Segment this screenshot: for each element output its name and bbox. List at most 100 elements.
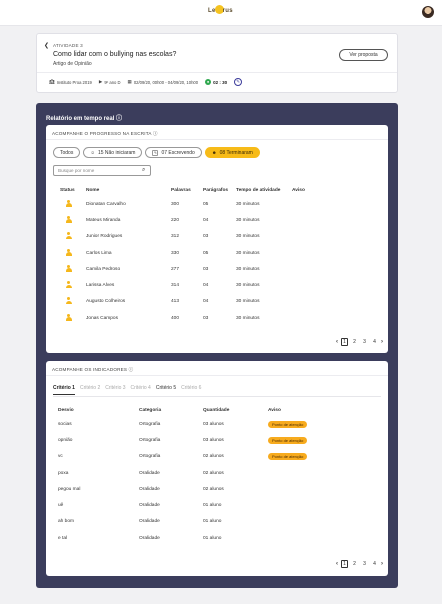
column-header[interactable]: Categoria — [139, 404, 203, 416]
table-row[interactable]: Camila Pedroso 277 03 30 minutos — [46, 261, 388, 277]
category: Oralidade — [139, 470, 160, 476]
page-number[interactable]: 2 — [351, 561, 358, 567]
view-proposal-button[interactable]: Ver proposta — [339, 49, 388, 61]
attention-badge: Ponto de atenção — [268, 436, 308, 444]
letrus-logo[interactable]: Le rus — [208, 5, 233, 14]
student-name: Camila Pedroso — [86, 266, 121, 272]
table-row[interactable]: opnião Ortografia 03 alunos Ponto de atençã… — [46, 432, 388, 448]
help-icon[interactable]: ⓘ — [116, 116, 122, 122]
divider — [53, 396, 381, 397]
table-header: Desvio Categoria Quantidade Aviso — [46, 404, 388, 416]
indicators-table: Desvio Categoria Quantidade Aviso socias… — [46, 404, 388, 546]
avatar[interactable] — [422, 6, 434, 18]
table-row[interactable]: pegou mal Oralidade 02 alunos — [46, 481, 388, 497]
tab-criterio-4[interactable]: Critério 4 — [131, 385, 151, 395]
table-row[interactable]: vc Ortografia 02 alunos Ponto de atenção — [46, 449, 388, 465]
category: Oralidade — [139, 535, 160, 541]
paragraph-count: 04 — [203, 283, 209, 289]
deviation: opnião — [58, 437, 73, 443]
word-count: 330 — [171, 250, 180, 256]
page-number[interactable]: 3 — [361, 339, 368, 345]
column-header[interactable]: Desvio — [46, 404, 139, 416]
next-page-icon[interactable]: › — [381, 561, 383, 567]
word-count: 400 — [171, 315, 180, 321]
table-row[interactable]: Carlos Lima 330 05 30 minutos — [46, 245, 388, 261]
page-number[interactable]: 4 — [371, 561, 378, 567]
table-row[interactable]: socias Ortografia 03 alunos Ponto de atençã… — [46, 416, 388, 432]
column-header[interactable]: Parágrafos — [203, 184, 236, 196]
tab-criterio-2[interactable]: Critério 2 — [80, 385, 100, 395]
table-row[interactable]: Mateus Miranda 220 04 30 minutos — [46, 212, 388, 228]
student-status-icon — [65, 232, 72, 240]
page-number[interactable]: 2 — [351, 339, 358, 345]
column-header[interactable]: Quantidade — [203, 404, 268, 416]
back-chevron-icon[interactable]: ❮ — [44, 42, 49, 49]
table-row[interactable]: Jonas Campos 400 03 30 minutos — [46, 310, 388, 326]
search-input[interactable] — [58, 168, 142, 173]
indicators-heading: ACOMPANHE OS INDICADORES ⓘ — [52, 367, 134, 372]
activity-label: ATIVIDADE 3 — [53, 43, 83, 48]
divider — [46, 139, 388, 140]
filter-writing[interactable]: ✎ 07 Escrevendo — [145, 147, 202, 158]
quantity: 02 alunos — [203, 470, 224, 476]
activity-time: 30 minutos — [236, 217, 260, 223]
clock-icon: ● — [205, 79, 212, 85]
panel-title: Relatório em tempo real ⓘ — [46, 116, 123, 122]
quantity: 03 alunos — [203, 421, 224, 427]
filter-all[interactable]: Todos — [53, 147, 81, 158]
next-page-icon[interactable]: › — [381, 339, 383, 345]
deviation: uê — [58, 503, 64, 509]
column-header[interactable]: Palavras — [171, 184, 203, 196]
activity-dates: 02/09/20, 00h00 - 04/09/20, 10h00 — [133, 79, 199, 85]
deviation: vc — [58, 454, 63, 460]
realtime-report-panel: Relatório em tempo real ⓘ ACOMPANHE O PR… — [36, 103, 398, 588]
quantity: 01 aluno — [203, 519, 222, 525]
table-row[interactable]: Larissa Alves 314 04 30 minutos — [46, 277, 388, 293]
column-header[interactable]: Aviso — [268, 404, 388, 416]
table-row[interactable]: ah bom Oralidade 01 aluno — [46, 514, 388, 530]
page-number[interactable]: 3 — [361, 561, 368, 567]
calendar-icon: ▦ — [127, 79, 132, 84]
activity-time: 30 minutos — [236, 234, 260, 240]
student-name: Junior Rodrigues — [86, 234, 123, 240]
table-row[interactable]: poxa Oralidade 02 alunos — [46, 465, 388, 481]
table-row[interactable]: Junior Rodrigues 312 03 30 minutos — [46, 229, 388, 245]
tab-criterio-3[interactable]: Critério 3 — [105, 385, 125, 395]
school-name: Instituto Proa 2019 — [56, 79, 92, 85]
column-header[interactable]: Tempo de atividade — [236, 184, 292, 196]
prev-page-icon[interactable]: ‹ — [336, 561, 338, 567]
paragraph-count: 03 — [203, 234, 209, 240]
help-icon[interactable]: ⓘ — [153, 131, 158, 136]
timer-value: 02 : 30 — [213, 79, 228, 85]
prev-page-icon[interactable]: ‹ — [336, 339, 338, 345]
paragraph-count: 03 — [203, 266, 209, 272]
table-row[interactable]: uê Oralidade 01 aluno — [46, 497, 388, 513]
column-header[interactable]: Aviso — [292, 184, 388, 196]
search-icon[interactable]: ⌕ — [142, 167, 145, 174]
table-header: Status Nome Palavras Parágrafos Tempo de… — [46, 184, 388, 196]
page-number[interactable]: 1 — [341, 338, 348, 346]
tab-criterio-1[interactable]: Critério 1 — [53, 385, 75, 395]
filter-not-started[interactable]: ☺ 15 Não iniciaram — [83, 147, 143, 158]
page-number[interactable]: 4 — [371, 339, 378, 345]
deviation: socias — [58, 421, 72, 427]
column-header[interactable]: Status — [46, 184, 86, 196]
category: Oralidade — [139, 519, 160, 525]
table-row[interactable]: Dionatan Carvalho 300 05 30 minutos — [46, 196, 388, 212]
deviation: e tal — [58, 535, 68, 541]
tab-criterio-6[interactable]: Critério 6 — [181, 385, 201, 395]
progress-heading: ACOMPANHE O PROGRESSO NA ESCRITA ⓘ — [52, 131, 158, 136]
page-number[interactable]: 1 — [341, 560, 348, 568]
table-row[interactable]: Augusto Colheiros 413 04 30 minutos — [46, 294, 388, 310]
category: Oralidade — [139, 486, 160, 492]
help-icon[interactable]: ⓘ — [129, 367, 134, 372]
warning — [268, 530, 388, 546]
filter-finished[interactable]: ☻ 08 Terminaram — [204, 147, 260, 158]
tab-criterio-5[interactable]: Critério 5 — [156, 385, 176, 395]
column-header[interactable]: Nome — [86, 184, 171, 196]
category: Oralidade — [139, 503, 160, 509]
students-table: Status Nome Palavras Parágrafos Tempo de… — [46, 184, 388, 326]
warning — [292, 277, 388, 293]
edit-pencil-icon[interactable]: ✎ — [234, 78, 243, 86]
table-row[interactable]: e tal Oralidade 01 aluno — [46, 530, 388, 546]
